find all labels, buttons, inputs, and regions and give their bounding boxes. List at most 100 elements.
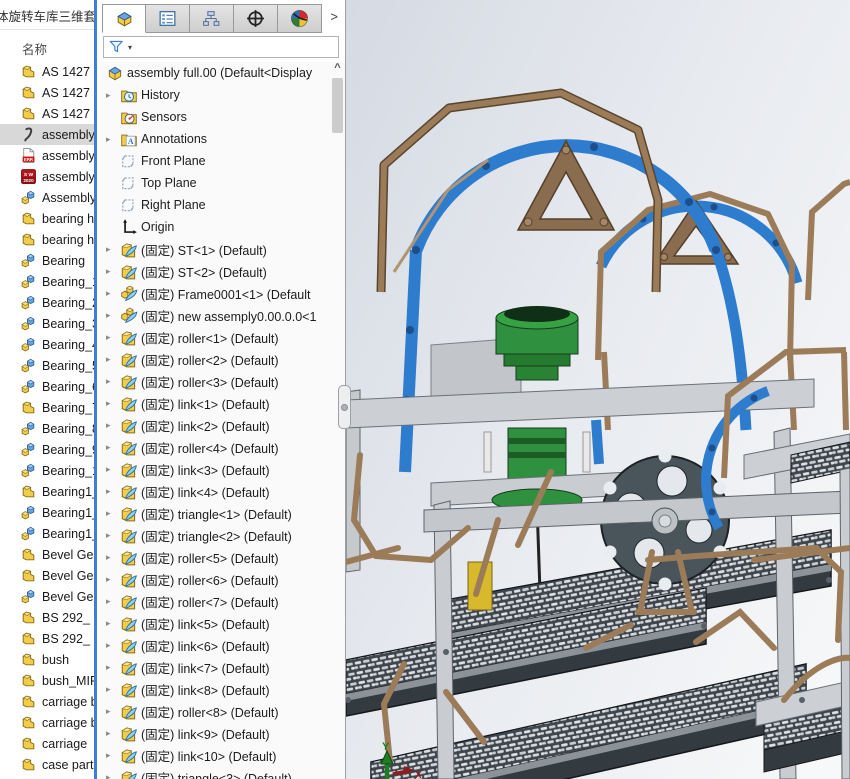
file-list-item[interactable]: S W2020assembly [0, 166, 94, 187]
expand-arrow-icon[interactable]: ▸ [105, 552, 120, 563]
tree-item[interactable]: ▸(固定) ST<1> (Default) [100, 238, 331, 260]
tree-filter-box[interactable]: ▾ [103, 36, 339, 58]
tree-item[interactable]: ▸(固定) triangle<1> (Default) [100, 502, 331, 524]
expand-arrow-icon[interactable]: ▸ [105, 596, 120, 607]
file-list-item[interactable]: ERRassembly [0, 145, 94, 166]
file-list-item[interactable]: bearing h [0, 229, 94, 250]
tree-item[interactable]: Front Plane [100, 150, 331, 172]
tree-item[interactable]: ▸(固定) link<6> (Default) [100, 634, 331, 656]
tree-item[interactable]: ▸(固定) roller<2> (Default) [100, 348, 331, 370]
file-list-item[interactable]: Bevel Gea [0, 586, 94, 607]
file-list-item[interactable]: carriage [0, 733, 94, 754]
file-list-item[interactable]: case part [0, 754, 94, 775]
expand-arrow-icon[interactable]: ▸ [105, 706, 120, 717]
expand-arrow-icon[interactable]: ▸ [105, 90, 120, 101]
file-list-item[interactable]: Bearing_6 [0, 376, 94, 397]
tree-item[interactable]: ▸(固定) triangle<3> (Default) [100, 766, 331, 779]
tree-item[interactable]: ▸(固定) link<8> (Default) [100, 678, 331, 700]
expand-arrow-icon[interactable]: ▸ [105, 530, 120, 541]
file-list-item[interactable]: AS 1427 - [0, 61, 94, 82]
expand-arrow-icon[interactable]: ▸ [105, 266, 120, 277]
expand-arrow-icon[interactable]: ▸ [105, 508, 120, 519]
file-list-item[interactable]: Bearing [0, 250, 94, 271]
file-list-item[interactable]: Bearing_3 [0, 313, 94, 334]
scroll-up-arrow[interactable]: ^ [331, 62, 344, 76]
expand-arrow-icon[interactable]: ▸ [105, 464, 120, 475]
tree-item[interactable]: ▸(固定) triangle<2> (Default) [100, 524, 331, 546]
file-list-item[interactable]: Bearing_9 [0, 439, 94, 460]
file-list-item[interactable]: assembly [0, 124, 94, 145]
file-list-item[interactable]: Bearing_4 [0, 334, 94, 355]
file-list-item[interactable]: bush_MIR [0, 670, 94, 691]
tree-item[interactable]: Sensors [100, 106, 331, 128]
tree-item[interactable]: ▸(固定) roller<8> (Default) [100, 700, 331, 722]
expand-arrow-icon[interactable]: ▸ [105, 772, 120, 779]
expand-arrow-icon[interactable]: ▸ [105, 288, 120, 299]
file-list-item[interactable]: Bearing_7 [0, 397, 94, 418]
expand-arrow-icon[interactable]: ▸ [105, 420, 120, 431]
tab-configurations[interactable] [190, 4, 234, 33]
file-list-item[interactable]: Bearing1_ [0, 502, 94, 523]
file-list-item[interactable]: Bearing_2 [0, 292, 94, 313]
file-list-item[interactable]: Bearing1_ [0, 481, 94, 502]
tree-item[interactable]: ▸(固定) link<1> (Default) [100, 392, 331, 414]
expand-arrow-icon[interactable]: ▸ [105, 244, 120, 255]
filter-funnel-icon[interactable] [108, 39, 126, 55]
file-list-item[interactable]: Bearing_8 [0, 418, 94, 439]
expand-arrow-icon[interactable]: ▸ [105, 750, 120, 761]
expand-arrow-icon[interactable]: ▸ [105, 640, 120, 651]
tree-item[interactable]: ▸(固定) link<5> (Default) [100, 612, 331, 634]
tree-item[interactable]: ▸(固定) roller<6> (Default) [100, 568, 331, 590]
expand-arrow-icon[interactable]: ▸ [105, 684, 120, 695]
file-list-item[interactable]: Bearing1_ [0, 523, 94, 544]
expand-arrow-icon[interactable]: ▸ [105, 728, 120, 739]
tab-overflow-arrow[interactable]: > [330, 9, 338, 24]
tree-item[interactable]: ▸(固定) roller<4> (Default) [100, 436, 331, 458]
tree-item[interactable]: ▸(固定) roller<1> (Default) [100, 326, 331, 348]
expand-arrow-icon[interactable]: ▸ [105, 662, 120, 673]
expand-arrow-icon[interactable]: ▸ [105, 398, 120, 409]
tree-item[interactable]: ▸(固定) roller<3> (Default) [100, 370, 331, 392]
file-list-item[interactable]: BS 292_ P [0, 628, 94, 649]
tree-item[interactable]: ▸(固定) link<10> (Default) [100, 744, 331, 766]
tab-property-manager[interactable] [146, 4, 190, 33]
expand-arrow-icon[interactable]: ▸ [105, 618, 120, 629]
tree-item[interactable]: ▸(固定) ST<2> (Default) [100, 260, 331, 282]
expand-arrow-icon[interactable]: ▸ [105, 486, 120, 497]
tree-item[interactable]: ▸(固定) new assemply0.00.0.0<1 [100, 304, 331, 326]
tree-item[interactable]: ▸(固定) link<7> (Default) [100, 656, 331, 678]
file-list-item[interactable]: carriage b [0, 712, 94, 733]
file-list-item[interactable]: AS 1427 - [0, 103, 94, 124]
tree-item[interactable]: Right Plane [100, 194, 331, 216]
file-list-item[interactable]: Assembly [0, 187, 94, 208]
tree-item[interactable]: ▸(固定) link<9> (Default) [100, 722, 331, 744]
tree-item[interactable]: ▸(固定) Frame0001<1> (Default [100, 282, 331, 304]
tree-item[interactable]: ▸(固定) link<3> (Default) [100, 458, 331, 480]
tree-item[interactable]: ▸(固定) link<4> (Default) [100, 480, 331, 502]
file-list-item[interactable]: bearing h [0, 208, 94, 229]
expand-arrow-icon[interactable]: ▸ [105, 442, 120, 453]
expand-arrow-icon[interactable]: ▸ [105, 376, 120, 387]
file-list-item[interactable]: Bearing_5 [0, 355, 94, 376]
file-list-item[interactable]: bush [0, 649, 94, 670]
tree-item[interactable]: Top Plane [100, 172, 331, 194]
file-list-item[interactable]: carriage b [0, 691, 94, 712]
tree-item[interactable]: ▸(固定) roller<5> (Default) [100, 546, 331, 568]
tab-display-manager[interactable] [278, 4, 322, 33]
expand-arrow-icon[interactable]: ▸ [105, 134, 120, 145]
file-list-item[interactable]: Bearing_1 [0, 271, 94, 292]
file-list-item[interactable]: Bevel Gea [0, 544, 94, 565]
panel-splitter-handle[interactable] [338, 385, 351, 429]
tree-item[interactable]: ▸AAnnotations [100, 128, 331, 150]
file-list-item[interactable]: Bearing_1 [0, 460, 94, 481]
tab-features[interactable] [102, 4, 146, 33]
tree-item[interactable]: Origin [100, 216, 331, 238]
file-list-header-name[interactable]: 名称 [22, 39, 47, 58]
expand-arrow-icon[interactable]: ▸ [105, 310, 120, 321]
filter-dropdown-arrow[interactable]: ▾ [128, 43, 132, 52]
file-list-item[interactable]: AS 1427 - [0, 82, 94, 103]
expand-arrow-icon[interactable]: ▸ [105, 332, 120, 343]
file-list-item[interactable]: BS 292_ P [0, 607, 94, 628]
tree-item[interactable]: ▸(固定) roller<7> (Default) [100, 590, 331, 612]
scrollbar-thumb[interactable] [332, 78, 343, 133]
